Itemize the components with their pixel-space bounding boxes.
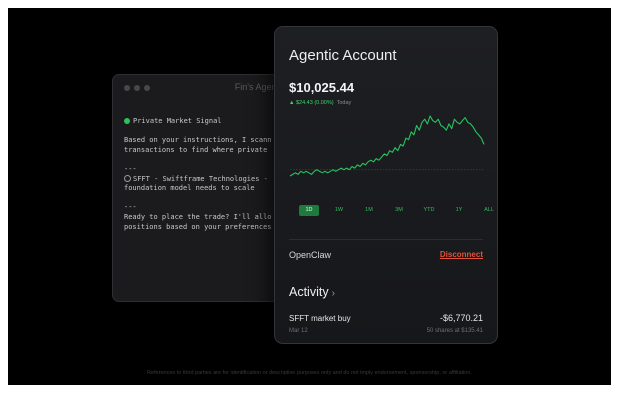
transaction-detail: 50 shares at $135.41 <box>426 328 483 334</box>
transaction-name: SFFT market buy <box>289 314 351 323</box>
tab-all[interactable]: ALL <box>479 205 497 216</box>
balance-change-period: Today <box>336 100 352 106</box>
connector-name: OpenClaw <box>289 250 332 260</box>
tab-1m[interactable]: 1M <box>359 205 379 216</box>
terminal-line-text: transactions to find where private <box>124 145 268 154</box>
terminal-line-text: Based on your instructions, I scann <box>124 136 272 145</box>
divider <box>289 239 483 240</box>
activity-label: Activity <box>289 285 329 299</box>
account-card: Agentic Account $10,025.44 ▲ $24.43 (0.0… <box>274 26 498 344</box>
transaction-amount: -$6,770.21 <box>439 313 483 323</box>
terminal-title: Fin's Agent <box>234 82 279 92</box>
account-balance: $10,025.44 <box>289 80 355 95</box>
tab-1d[interactable]: 1D <box>299 205 319 216</box>
time-range-tabs: 1D 1W 1M 3M YTD 1Y ALL <box>299 205 497 216</box>
terminal-line-text: foundation model needs to scale <box>124 184 255 193</box>
disconnect-link[interactable]: Disconnect <box>440 250 483 259</box>
window-close-dot[interactable] <box>124 85 130 91</box>
circle-icon <box>124 174 131 182</box>
tab-3m[interactable]: 3M <box>389 205 409 216</box>
window-zoom-dot[interactable] <box>144 85 150 91</box>
terminal-line-text: Ready to place the trade? I'll allo <box>124 212 272 221</box>
terminal-line-text: positions based on your preferences <box>124 222 272 231</box>
window-minimize-dot[interactable] <box>134 85 140 91</box>
balance-change: ▲ $24.43 (0.00%) Today <box>289 100 351 106</box>
terminal-line-text: --- <box>124 164 137 173</box>
terminal-line-text: SFFT - Swiftframe Technologies - <box>133 174 268 183</box>
balance-line-chart <box>289 115 485 177</box>
balance-series-line <box>289 115 485 177</box>
balance-change-value: ▲ $24.43 (0.00%) <box>289 100 334 106</box>
terminal-line-text: Private Market Signal <box>133 117 222 125</box>
legal-disclaimer: References to third parties are for iden… <box>147 370 472 376</box>
chevron-right-icon: › <box>331 288 335 299</box>
tab-1y[interactable]: 1Y <box>449 205 469 216</box>
stage: Fin's Agent Private Market Signal Based o… <box>8 8 611 385</box>
tab-ytd[interactable]: YTD <box>419 205 439 216</box>
activity-link[interactable]: Activity › <box>289 285 335 299</box>
status-dot-icon <box>124 118 130 124</box>
transaction-date: Mar 12 <box>289 328 308 334</box>
terminal-line-text: --- <box>124 203 137 212</box>
tab-1w[interactable]: 1W <box>329 205 349 216</box>
account-heading: Agentic Account <box>289 47 397 64</box>
